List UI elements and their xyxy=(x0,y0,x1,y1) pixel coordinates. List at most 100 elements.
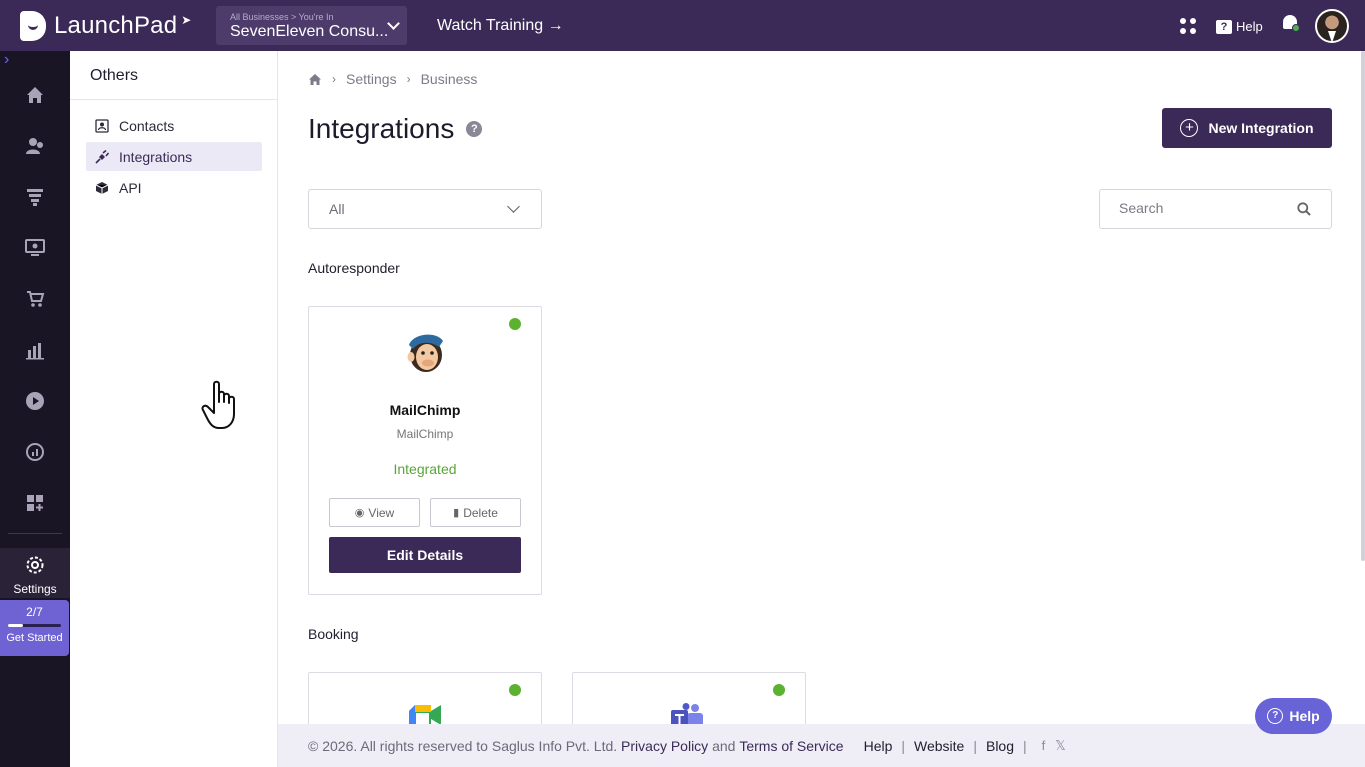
subnav-item-label: API xyxy=(119,179,142,196)
section-title-autoresponder: Autoresponder xyxy=(308,260,400,276)
breadcrumb-separator: › xyxy=(406,72,411,86)
floating-help-label: Help xyxy=(1289,708,1320,724)
floating-help-button[interactable]: ? Help xyxy=(1255,698,1332,734)
facebook-icon[interactable]: f xyxy=(1042,738,1046,753)
mailchimp-logo-icon xyxy=(407,334,443,372)
hand-cursor-icon xyxy=(201,380,235,429)
integration-card-google-meet xyxy=(308,672,542,732)
card-title: MailChimp xyxy=(389,402,461,418)
delete-button[interactable]: ▮ Delete xyxy=(430,498,521,527)
notification-dot xyxy=(1292,24,1300,32)
business-select-caption: All Businesses > You're In xyxy=(230,12,334,22)
gear-icon xyxy=(26,556,44,574)
subnav-item-integrations[interactable]: Integrations xyxy=(86,142,262,171)
breadcrumb-separator: › xyxy=(332,72,336,86)
search-icon[interactable] xyxy=(1297,202,1311,216)
plug-icon xyxy=(95,149,109,164)
breadcrumb-settings[interactable]: Settings xyxy=(346,71,397,87)
apps-grid-icon[interactable] xyxy=(1180,18,1196,34)
copyright-text: © 2026. All rights reserved to Saglus In… xyxy=(308,737,618,754)
google-meet-icon xyxy=(409,705,441,725)
store-icon[interactable] xyxy=(24,288,46,310)
integration-card-mailchimp: MailChimp MailChimp Integrated ◉ View ▮ … xyxy=(308,306,542,595)
scrollbar[interactable] xyxy=(1361,51,1365,561)
cube-icon xyxy=(95,181,109,194)
subnav-item-label: Contacts xyxy=(119,117,175,134)
search-box xyxy=(1099,189,1332,229)
settings-label: Settings xyxy=(13,582,57,596)
eye-icon: ◉ xyxy=(354,507,365,519)
logo[interactable]: LaunchPad ➤ xyxy=(20,0,191,51)
avatar[interactable] xyxy=(1315,9,1349,43)
get-started-progress xyxy=(8,624,61,627)
x-twitter-icon[interactable]: 𝕏 xyxy=(1055,738,1065,754)
chevron-down-icon xyxy=(507,200,520,213)
dashboard-icon[interactable] xyxy=(24,441,46,463)
footer: © 2026. All rights reserved to Saglus In… xyxy=(278,724,1365,767)
filter-value: All xyxy=(329,201,345,217)
home-icon[interactable] xyxy=(24,84,46,106)
view-button[interactable]: ◉ View xyxy=(329,498,420,527)
delete-label: Delete xyxy=(463,505,498,520)
page-title: Integrations ? xyxy=(308,113,483,145)
status-dot xyxy=(509,684,521,696)
new-integration-button[interactable]: + New Integration xyxy=(1162,108,1332,148)
integration-card-microsoft-teams xyxy=(572,672,806,732)
help-label: Help xyxy=(1236,19,1263,34)
contacts-icon[interactable] xyxy=(24,135,46,157)
breadcrumb-business[interactable]: Business xyxy=(421,71,478,87)
card-status: Integrated xyxy=(393,461,457,477)
business-select[interactable]: All Businesses > You're In SevenEleven C… xyxy=(216,6,407,45)
help-link[interactable]: ? Help xyxy=(1216,19,1263,34)
webinar-icon[interactable] xyxy=(24,237,46,259)
funnel-icon[interactable] xyxy=(24,186,46,208)
card-subtitle: MailChimp xyxy=(396,427,454,441)
settings-subnav: Others Contacts Integrations API xyxy=(70,51,278,767)
logo-icon xyxy=(20,10,46,41)
page-title-text: Integrations xyxy=(308,113,455,144)
home-icon[interactable] xyxy=(308,73,322,86)
terms-link[interactable]: Terms of Service xyxy=(739,738,843,754)
subnav-item-api[interactable]: API xyxy=(86,173,262,202)
footer-help-link[interactable]: Help xyxy=(864,738,893,754)
bell-icon[interactable] xyxy=(1282,15,1300,33)
get-started-count: 2/7 xyxy=(26,605,43,619)
question-icon: ? xyxy=(1267,708,1284,724)
trash-icon: ▮ xyxy=(453,507,460,519)
and-text: and xyxy=(712,737,736,754)
footer-blog-link[interactable]: Blog xyxy=(986,738,1014,754)
breadcrumb: › Settings › Business xyxy=(308,71,477,87)
section-title-booking: Booking xyxy=(308,626,359,642)
watch-training-link[interactable]: Watch Training → xyxy=(437,17,564,35)
plus-circle-icon: + xyxy=(1180,119,1199,137)
edit-details-button[interactable]: Edit Details xyxy=(329,537,521,573)
subnav-item-label: Integrations xyxy=(119,148,193,165)
contacts-icon xyxy=(95,118,109,133)
analytics-icon[interactable] xyxy=(24,339,46,361)
business-select-value: SevenEleven Consu... xyxy=(230,23,389,40)
question-icon[interactable]: ? xyxy=(466,121,483,137)
top-bar: LaunchPad ➤ All Businesses > You're In S… xyxy=(0,0,1365,51)
main-content: › Settings › Business Integrations ? + N… xyxy=(278,51,1365,732)
nav-divider xyxy=(8,533,62,534)
brand-name: LaunchPad xyxy=(54,11,178,39)
chevron-right-icon[interactable]: › xyxy=(4,51,9,69)
get-started-label: Get Started xyxy=(6,632,63,644)
apps-add-icon[interactable] xyxy=(24,492,46,514)
get-started-widget[interactable]: 2/7 Get Started xyxy=(0,600,69,656)
subnav-item-contacts[interactable]: Contacts xyxy=(86,111,262,140)
privacy-policy-link[interactable]: Privacy Policy xyxy=(621,738,708,754)
view-label: View xyxy=(368,505,395,520)
help-icon: ? xyxy=(1216,19,1232,34)
search-input[interactable] xyxy=(1119,190,1299,226)
new-integration-label: New Integration xyxy=(1208,120,1314,136)
settings-nav-item[interactable]: Settings xyxy=(0,548,70,598)
footer-website-link[interactable]: Website xyxy=(914,738,964,754)
footer-separator: | xyxy=(901,737,906,754)
subnav-title: Others xyxy=(70,51,277,100)
video-icon[interactable] xyxy=(24,390,46,412)
left-nav: › Settings 2/7 Get Started xyxy=(0,51,70,767)
category-filter-select[interactable]: All xyxy=(308,189,542,229)
status-dot xyxy=(773,684,785,696)
footer-separator: | xyxy=(973,737,977,754)
